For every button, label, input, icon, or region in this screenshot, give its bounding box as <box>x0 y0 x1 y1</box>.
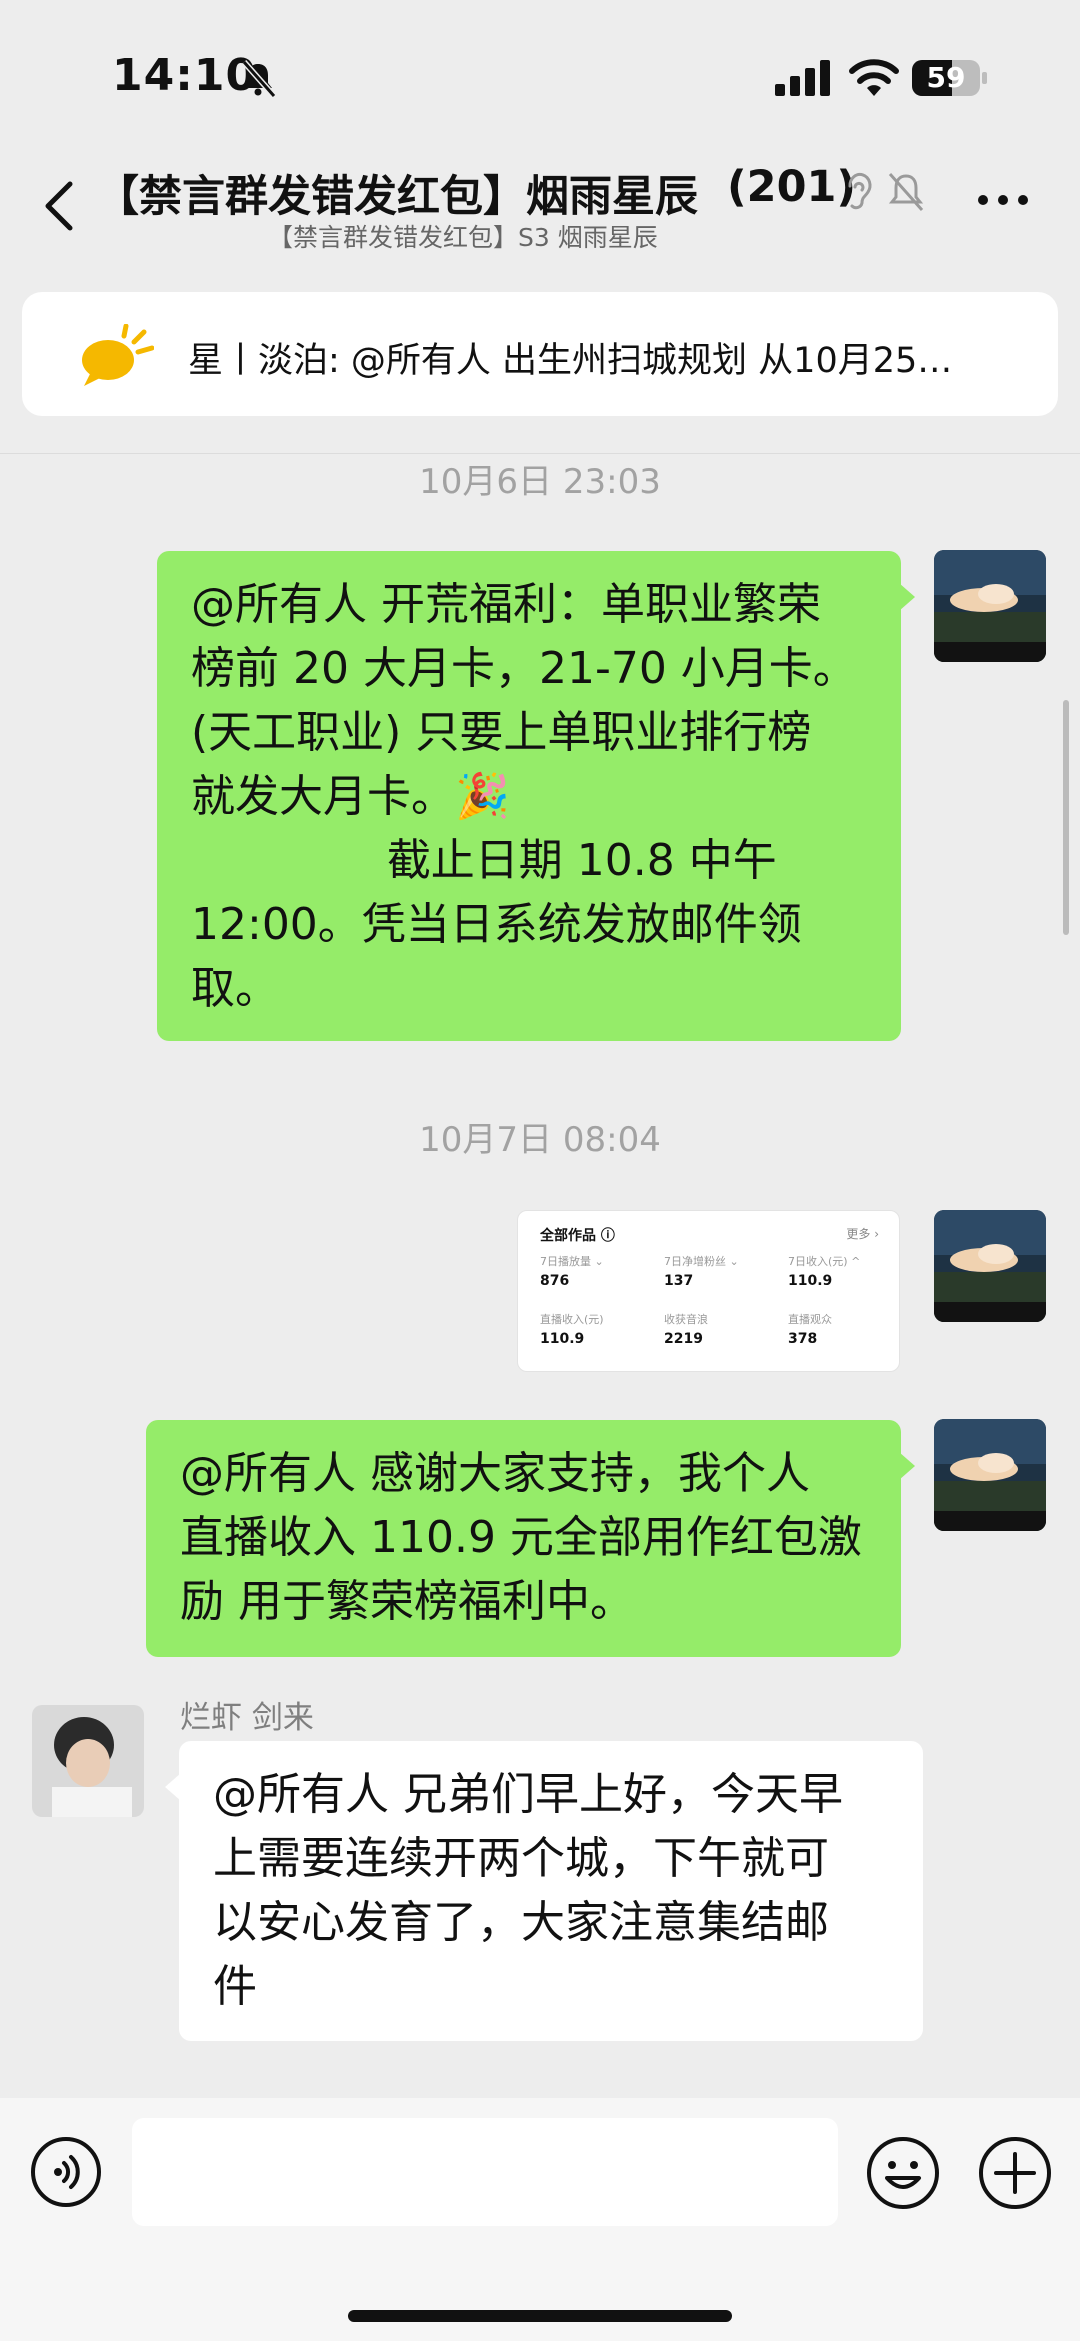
plus-icon[interactable] <box>978 2136 1052 2210</box>
message-image-stats[interactable]: 全部作品 ⓘ 更多 › 7日播放量 ⌄ 876 7日净增粉丝 ⌄ 137 7日收入(… <box>517 1210 900 1372</box>
bell-muted-icon <box>241 60 277 98</box>
pinned-text: 星丨淡泊: @所有人 出生州扫城规划 从10月25… <box>188 341 953 381</box>
stat-cell: 直播收入(元) 110.9 <box>540 1313 604 1347</box>
stat-cell: 7日净增粉丝 ⌄ 137 <box>664 1255 739 1289</box>
message-bubble-other[interactable]: @所有人 兄弟们早上好，今天早 上需要连续开两个城，下午就可 以安心发育了，大家… <box>165 1741 923 2041</box>
message-timestamp: 10月6日 23:03 <box>419 462 661 502</box>
ear-icon <box>848 172 872 210</box>
stat-cell: 直播观众 378 <box>788 1313 832 1347</box>
sender-name: 烂虾 剑来 <box>180 1700 314 1736</box>
status-time: 14:10 <box>112 50 258 101</box>
more-dots-icon[interactable] <box>975 190 1031 210</box>
signal-icon <box>775 60 830 96</box>
message-bubble-self[interactable]: @所有人 开荒福利：单职业繁荣 榜前 20 大月卡，21-70 小月卡。 (天工… <box>157 551 915 1041</box>
home-indicator[interactable] <box>348 2310 732 2322</box>
avatar-self[interactable] <box>934 1210 1046 1322</box>
card-more-link: 更多 › <box>846 1227 879 1241</box>
avatar-self[interactable] <box>934 550 1046 662</box>
pinned-announcement[interactable]: 星丨淡泊: @所有人 出生州扫城规划 从10月25… <box>22 292 1058 416</box>
voice-icon[interactable] <box>30 2136 102 2208</box>
message-input[interactable] <box>132 2118 838 2226</box>
stat-cell: 收获音浪 2219 <box>664 1313 708 1347</box>
wifi-icon <box>849 59 899 96</box>
input-bar <box>0 2098 1080 2341</box>
mute-bell-icon <box>888 173 924 211</box>
message-bubble-self[interactable]: @所有人 感谢大家支持，我个人 直播收入 110.9 元全部用作红包激 励 用于… <box>146 1420 915 1657</box>
message-timestamp: 10月7日 08:04 <box>419 1120 661 1160</box>
megaphone-icon <box>82 324 154 386</box>
stat-cell: 7日收入(元) ^ 110.9 <box>788 1255 861 1289</box>
avatar-self[interactable] <box>934 1419 1046 1531</box>
status-bar: 14:10 59 <box>0 0 1080 150</box>
emoji-icon[interactable] <box>866 2136 940 2210</box>
member-count: (201) <box>727 162 857 212</box>
card-header: 全部作品 ⓘ <box>540 1228 615 1244</box>
chat-title: 【禁言群发错发红包】烟雨星辰 <box>96 172 698 222</box>
chevron-left-icon[interactable] <box>40 178 80 234</box>
battery-indicator: 59 <box>912 58 988 98</box>
stat-cell: 7日播放量 ⌄ 876 <box>540 1255 604 1289</box>
chat-subtitle: 【禁言群发错发红包】S3 烟雨星辰 <box>268 223 658 252</box>
battery-level: 59 <box>926 61 966 94</box>
avatar-other[interactable] <box>32 1705 144 1817</box>
scrollbar[interactable] <box>1063 700 1069 935</box>
